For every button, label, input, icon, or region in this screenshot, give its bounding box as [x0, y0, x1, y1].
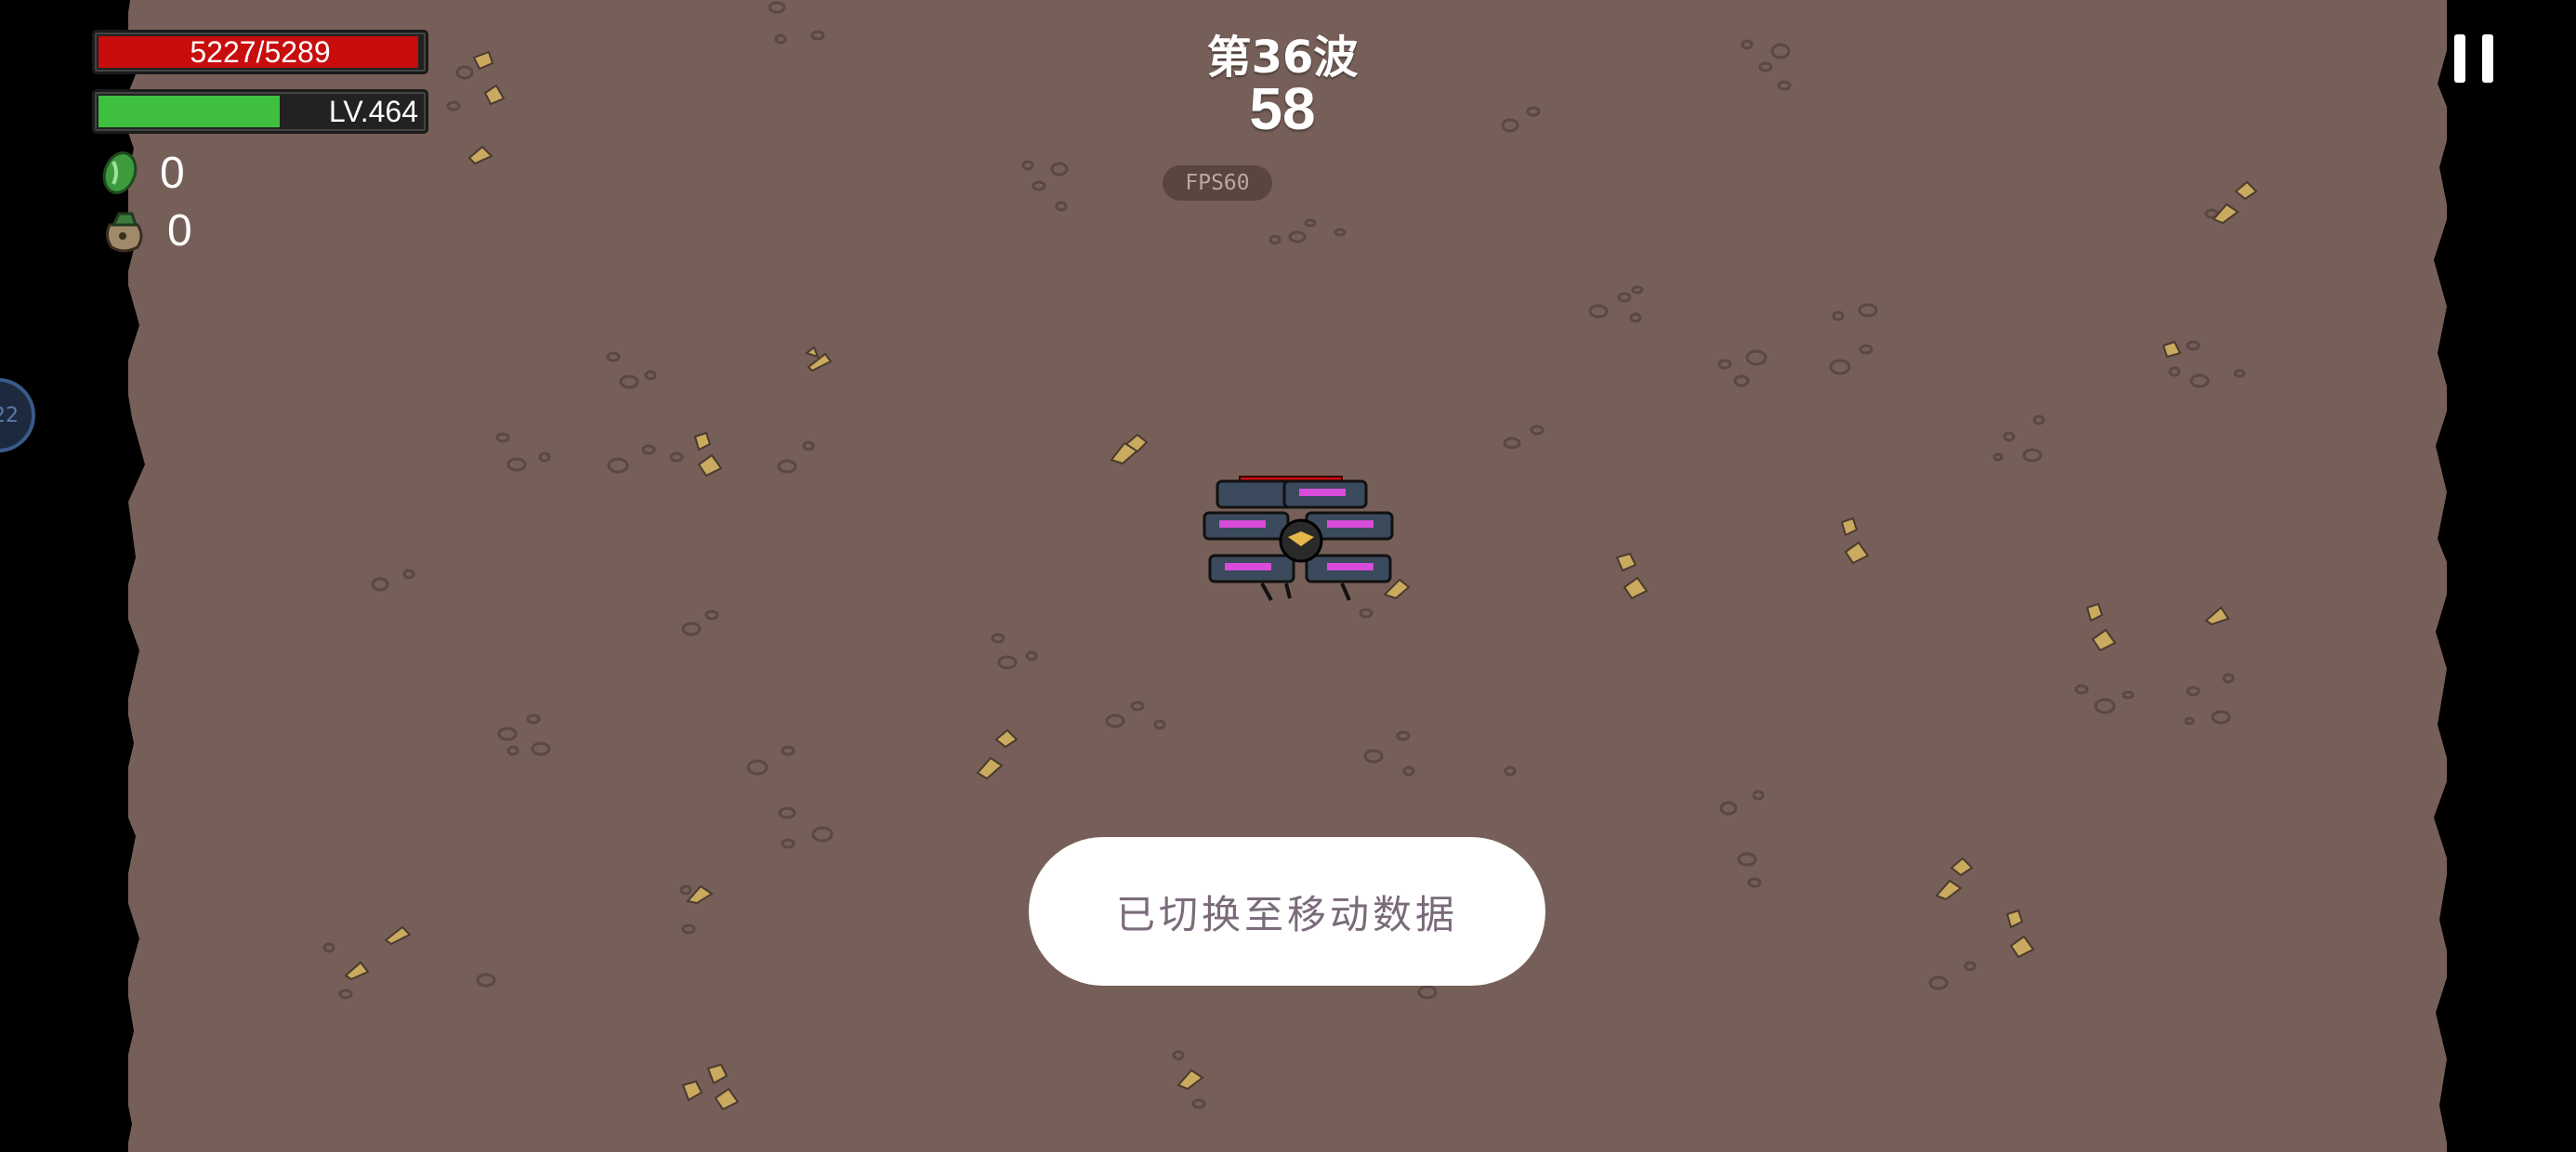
fps-badge: FPS60 — [1163, 165, 1272, 201]
health-bar: 5227/5289 — [92, 30, 428, 74]
pause-icon-bar-right — [2482, 34, 2493, 83]
pause-button[interactable] — [2428, 19, 2519, 98]
wave-timer: 58 — [1249, 75, 1316, 142]
material-icon — [102, 151, 138, 194]
experience-bar-fill — [99, 96, 280, 127]
network-toast: 已切换至移动数据 — [1029, 837, 1545, 986]
health-text: 5227/5289 — [190, 34, 331, 69]
level-text: LV.464 — [328, 94, 418, 128]
pause-icon-bar-left — [2454, 34, 2465, 83]
materials-counter: 0 — [100, 145, 185, 201]
loot-bag-icon — [105, 212, 143, 253]
level-bar: LV.464 — [92, 89, 428, 134]
materials-count: 0 — [160, 148, 185, 198]
player-character — [1203, 476, 1394, 601]
side-tab-label: 22 — [0, 403, 19, 427]
bags-counter: 0 — [100, 203, 192, 258]
bags-count: 0 — [167, 205, 192, 255]
